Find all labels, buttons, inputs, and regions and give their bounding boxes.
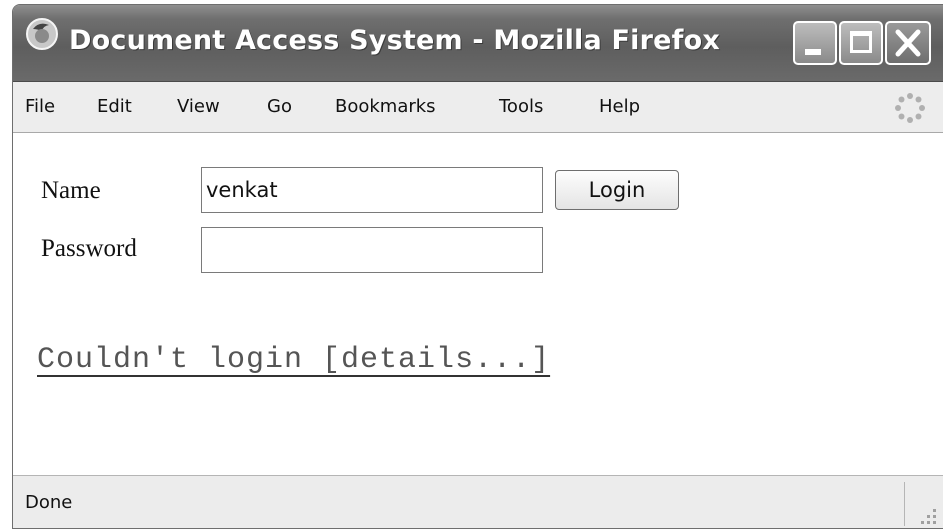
login-button[interactable]: Login xyxy=(555,170,679,210)
menu-go[interactable]: Go xyxy=(267,96,292,117)
name-label: Name xyxy=(41,177,101,204)
close-button[interactable] xyxy=(885,21,931,65)
status-bar: Done xyxy=(13,475,943,528)
menu-edit[interactable]: Edit xyxy=(97,96,132,117)
menu-bookmarks[interactable]: Bookmarks xyxy=(335,96,436,117)
menu-bar: File Edit View Go Bookmarks Tools Help xyxy=(13,82,943,133)
window-title: Document Access System - Mozilla Firefox xyxy=(69,25,720,56)
maximize-button[interactable] xyxy=(839,21,883,65)
status-divider xyxy=(904,482,905,526)
page-content: Name Login Password Couldn't login [deta… xyxy=(13,133,943,475)
menu-help[interactable]: Help xyxy=(599,96,640,117)
password-input[interactable] xyxy=(201,227,543,273)
password-label: Password xyxy=(41,235,137,262)
close-icon xyxy=(895,29,921,57)
throbber-icon xyxy=(895,93,925,123)
menu-file[interactable]: File xyxy=(25,96,55,117)
minimize-button[interactable] xyxy=(793,21,837,65)
name-input[interactable] xyxy=(201,167,543,213)
title-bar[interactable]: Document Access System - Mozilla Firefox xyxy=(13,5,943,82)
minimize-icon xyxy=(805,49,821,55)
status-text: Done xyxy=(25,492,73,513)
maximize-icon xyxy=(850,31,872,53)
menu-tools[interactable]: Tools xyxy=(499,96,543,117)
browser-window: Document Access System - Mozilla Firefox… xyxy=(12,4,943,529)
resize-grip-icon[interactable] xyxy=(913,501,939,527)
firefox-icon xyxy=(26,18,58,50)
login-error-link[interactable]: Couldn't login [details...] xyxy=(37,343,550,377)
menu-view[interactable]: View xyxy=(177,96,220,117)
